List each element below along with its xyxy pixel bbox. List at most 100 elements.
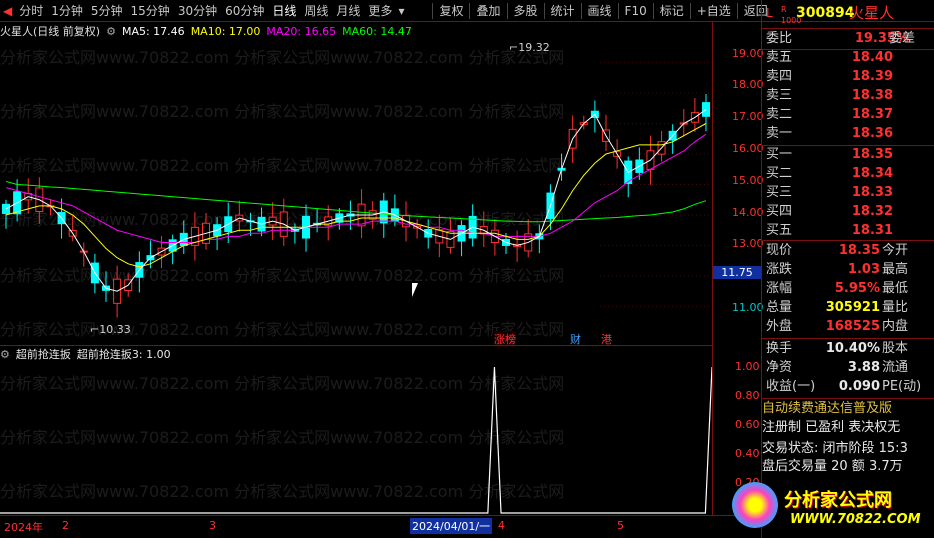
candle[interactable] [324,205,333,241]
candle[interactable] [357,189,366,239]
ask-value: 18.38 [851,88,893,103]
quote-panel: L R 1000 300894 火星人 委比 19.35% 委差 卖五 18.40… [732,0,934,538]
bid-label: 买三 [766,185,793,200]
tab-more[interactable]: 更多 [364,0,396,22]
stock-code: 300894 [796,5,855,21]
candle[interactable] [135,251,144,293]
toolbar-divider [617,2,619,19]
ask-row: 卖一 18.36 [762,125,934,143]
candle[interactable] [168,234,177,265]
stat2-right-label: 股本 [882,341,909,356]
axis-tick: 18.00 [732,78,764,91]
level-badge: L [766,6,773,20]
axis-tick: 11.00 [732,301,764,314]
notice-line-1[interactable]: 自动续费通达信普及版 [762,400,934,418]
adjust-button[interactable]: 复权 [435,0,467,22]
f10-button[interactable]: F10 [621,0,651,22]
ratio-label: 委比 [766,31,793,46]
indicator-chart[interactable] [0,345,712,515]
tab-daily[interactable]: 日线 [268,0,300,22]
add-watchlist-button[interactable]: +自选 [693,0,735,22]
ask-label: 卖一 [766,126,793,141]
mark-button[interactable]: 标记 [656,0,688,22]
stat-label: 外盘 [766,319,793,334]
candle[interactable] [246,212,255,237]
candle[interactable] [202,213,210,250]
date-label: 2 [62,519,69,532]
candle[interactable] [602,114,610,151]
ask-label: 卖四 [766,69,793,84]
toolbar-divider [506,2,508,19]
candle[interactable] [468,204,477,247]
ask-value: 18.37 [851,107,893,122]
candle[interactable] [79,242,88,267]
candle[interactable] [313,208,322,233]
candle[interactable] [290,223,299,244]
logo-title: 分析家公式网 [784,490,892,511]
candle[interactable] [13,179,22,222]
toolbar-divider [689,2,691,19]
indicator-legend: ⚙ 超前抢连扳 超前抢连扳3: 1.00 [0,346,171,362]
candlestick-chart[interactable] [0,22,712,345]
candle[interactable] [46,198,55,216]
stock-header: L R 1000 300894 火星人 [762,4,934,26]
candle[interactable] [624,156,633,198]
multi-stock-button[interactable]: 多股 [510,0,542,22]
candle[interactable] [657,130,666,162]
ind-axis-tick: 0.80 [735,389,760,402]
candle[interactable] [513,230,522,262]
tab-30min[interactable]: 30分钟 [174,0,221,22]
candle[interactable] [102,271,110,302]
commission-ratio-row: 委比 19.35% 委差 [762,30,934,48]
low-annotation: ⌐10.33 [90,323,131,336]
axis-tick: 19.00 [732,47,764,60]
bid-row: 买五 18.31 [762,222,934,240]
draw-line-button[interactable]: 画线 [584,0,616,22]
tab-60min[interactable]: 60分钟 [221,0,268,22]
period-toggle-icon[interactable]: ◀ [0,0,15,22]
stats-button[interactable]: 统计 [547,0,579,22]
indicator-settings-icon[interactable]: ⚙ [0,348,10,361]
candle[interactable] [690,97,699,132]
candle[interactable] [213,217,222,251]
stat-row: 涨跌 1.03 最高 [762,261,934,279]
axis-tick: 17.00 [732,110,764,123]
ask-value: 18.39 [851,69,893,84]
tab-weekly[interactable]: 周线 [300,0,332,22]
candle[interactable] [702,94,710,132]
toolbar-divider [580,2,582,19]
tab-15min[interactable]: 15分钟 [127,0,174,22]
candle[interactable] [457,220,466,257]
trade-status: 交易状态: 闭市阶段 15:3 [762,441,908,456]
tab-minute[interactable]: 分时 [15,0,47,22]
cursor-date-label: 2024/04/01/一 [410,518,493,534]
panel-divider [762,28,934,29]
date-label: 4 [498,519,505,532]
tab-1min[interactable]: 1分钟 [47,0,87,22]
tab-5min[interactable]: 5分钟 [87,0,127,22]
ask-row: 卖三 18.38 [762,87,934,105]
stat-label: 涨幅 [766,281,793,296]
stat-value: 1.03 [847,262,880,277]
settings-gear-icon[interactable]: ⚙ [106,25,116,38]
stock-name[interactable]: 火星人 [849,4,894,22]
bid-value: 18.33 [851,185,893,200]
panel-divider [762,398,934,399]
ma60-value: MA60: 14.47 [342,24,412,38]
candle[interactable] [524,219,533,258]
ask-value: 18.40 [851,50,893,65]
candle[interactable] [379,192,388,238]
ma20-value: MA20: 16.65 [266,24,337,38]
tab-monthly[interactable]: 月线 [332,0,364,22]
candle[interactable] [179,220,188,254]
candle[interactable] [446,218,455,254]
date-label: 3 [209,519,216,532]
chevron-down-icon[interactable]: ▾ [396,0,406,22]
candle[interactable] [257,207,266,237]
toolbar-divider [432,2,434,19]
stat-right-label: 量比 [882,300,909,315]
candle[interactable] [235,200,244,232]
overlay-button[interactable]: 叠加 [472,0,504,22]
stat2-label: 换手 [766,341,793,356]
bid-value: 18.32 [851,204,893,219]
